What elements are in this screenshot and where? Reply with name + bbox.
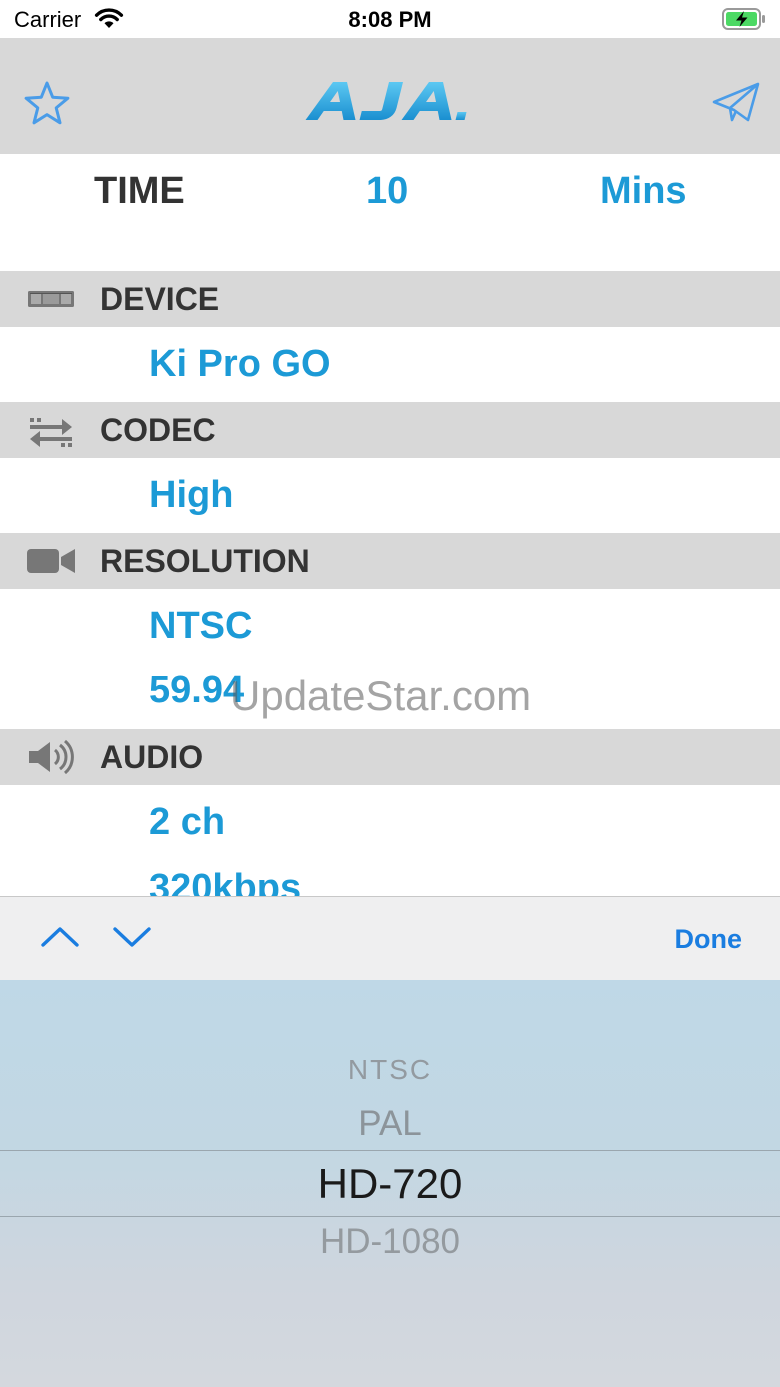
audio-section-title: AUDIO: [100, 739, 204, 775]
audio-bitrate-value[interactable]: 320kbps: [149, 867, 301, 897]
speaker-icon: [29, 739, 74, 775]
resolution-picker[interactable]: NTSC PAL HD-720 HD-1080: [0, 980, 780, 1387]
battery-charging-icon: [722, 8, 765, 30]
chevron-down-icon[interactable]: [112, 923, 152, 951]
done-button[interactable]: Done: [675, 924, 743, 955]
device-section-header: DEVICE: [0, 271, 780, 327]
time-value-field[interactable]: 10: [366, 170, 408, 213]
codec-section-title: CODEC: [100, 412, 216, 448]
navigation-bar: [0, 38, 780, 154]
picker-toolbar: Done: [0, 896, 780, 980]
time-label: TIME: [94, 170, 185, 212]
status-time: 8:08 PM: [348, 7, 432, 32]
device-section-title: DEVICE: [100, 281, 220, 317]
codec-value[interactable]: High: [149, 474, 233, 517]
device-icon: [28, 291, 74, 307]
picker-option[interactable]: NTSC: [0, 1054, 780, 1086]
status-bar: Carrier 8:08 PM: [0, 0, 780, 40]
device-section-body[interactable]: Ki Pro GO: [0, 327, 780, 402]
send-paper-plane-icon[interactable]: [712, 82, 760, 124]
picker-selected-option[interactable]: HD-720: [0, 1160, 780, 1208]
resolution-section-header: RESOLUTION: [0, 533, 780, 589]
aja-logo: [305, 82, 467, 120]
picker-option[interactable]: HD-1080: [0, 1222, 780, 1262]
audio-channels-value[interactable]: 2 ch: [149, 801, 225, 844]
picker-option[interactable]: PAL: [0, 1104, 780, 1144]
time-row[interactable]: TIME 10 Mins: [0, 154, 780, 270]
codec-section-header: CODEC: [0, 402, 780, 458]
picker-selection-line-bottom: [0, 1216, 780, 1217]
time-unit: Mins: [600, 170, 687, 212]
chevron-up-icon[interactable]: [40, 923, 80, 951]
device-value[interactable]: Ki Pro GO: [149, 343, 331, 386]
audio-section-header: AUDIO: [0, 729, 780, 785]
favorite-star-icon[interactable]: [22, 80, 72, 128]
resolution-section-title: RESOLUTION: [100, 543, 310, 579]
watermark: UpdateStar.com: [230, 672, 532, 719]
codec-arrows-icon: [30, 418, 72, 447]
resolution-format-value[interactable]: NTSC: [149, 605, 252, 648]
codec-section-body[interactable]: High: [0, 458, 780, 533]
picker-selection-line-top: [0, 1150, 780, 1151]
audio-section-body[interactable]: 2 ch 320kbps: [0, 785, 780, 897]
video-camera-icon: [27, 549, 75, 573]
